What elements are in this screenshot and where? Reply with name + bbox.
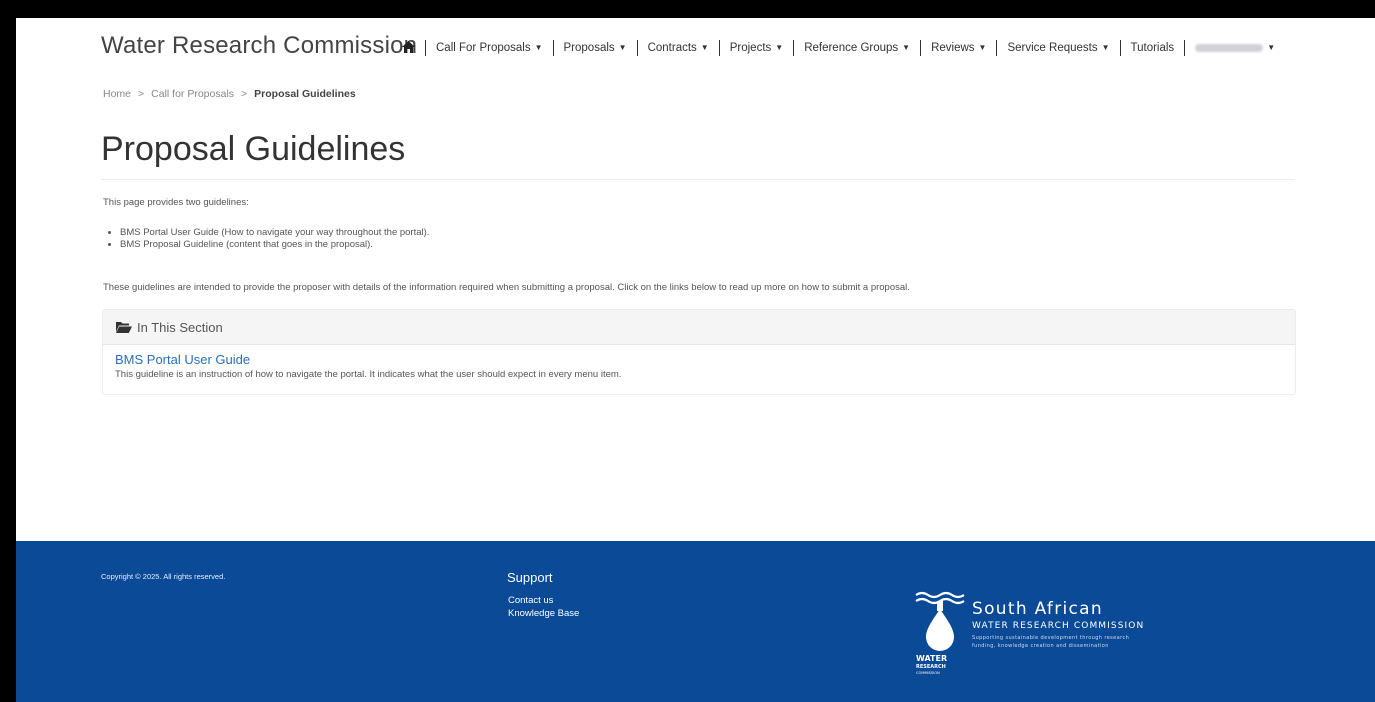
- chevron-down-icon: ▼: [902, 43, 911, 52]
- bms-portal-user-guide-link[interactable]: BMS Portal User Guide: [115, 352, 1283, 367]
- support-heading: Support: [507, 570, 553, 585]
- chevron-down-icon: ▼: [534, 43, 543, 52]
- app-window: Water Research Commission Call For Propo…: [16, 18, 1375, 702]
- svg-text:WATER: WATER: [916, 654, 947, 663]
- breadcrumb-call-for-proposals[interactable]: Call for Proposals: [151, 88, 234, 100]
- guideline-list: BMS Portal User Guide (How to navigate y…: [103, 227, 429, 251]
- logo-wordmark: South African WATER RESEARCH COMMISSION …: [972, 599, 1144, 650]
- nav-service-requests[interactable]: Service Requests ▼: [996, 40, 1119, 56]
- folder-open-icon: [116, 321, 132, 333]
- logo-line1: South African: [972, 599, 1103, 619]
- link-description: This guideline is an instruction of how …: [115, 369, 622, 380]
- contact-us-link[interactable]: Contact us: [508, 594, 579, 607]
- breadcrumb-separator: >: [241, 88, 248, 100]
- nav-projects[interactable]: Projects ▼: [718, 40, 793, 56]
- chevron-down-icon: ▼: [1101, 43, 1110, 52]
- description-text: These guidelines are intended to provide…: [103, 282, 910, 293]
- brand-title[interactable]: Water Research Commission: [101, 32, 417, 60]
- footer: Copyright © 2025. All rights reserved. S…: [16, 541, 1375, 702]
- logo-tagline: Supporting sustainable development throu…: [972, 635, 1130, 649]
- nav-call-for-proposals[interactable]: Call For Proposals ▼: [425, 40, 553, 56]
- panel-body: BMS Portal User Guide This guideline is …: [103, 345, 1295, 386]
- svg-text:COMMISSION: COMMISSION: [916, 671, 940, 675]
- nav-tutorials[interactable]: Tutorials: [1119, 40, 1185, 56]
- divider: [101, 179, 1294, 180]
- support-links: Contact us Knowledge Base: [508, 594, 579, 620]
- copyright-text: Copyright © 2025. All rights reserved.: [101, 572, 226, 581]
- water-drop-logo-icon: WATER RESEARCH COMMISSION: [915, 591, 965, 675]
- main-nav: Call For Proposals ▼ Proposals ▼ Contracts…: [402, 38, 1285, 58]
- list-item: BMS Proposal Guideline (content that goe…: [120, 239, 429, 251]
- section-panel: In This Section BMS Portal User Guide Th…: [102, 309, 1296, 395]
- knowledge-base-link[interactable]: Knowledge Base: [508, 607, 579, 620]
- list-item: BMS Portal User Guide (How to navigate y…: [120, 227, 429, 239]
- panel-heading-label: In This Section: [137, 319, 223, 335]
- chevron-down-icon: ▼: [700, 43, 709, 52]
- chevron-down-icon: ▼: [1267, 43, 1276, 52]
- page-title: Proposal Guidelines: [101, 130, 406, 168]
- nav-proposals[interactable]: Proposals ▼: [552, 40, 637, 56]
- chevron-down-icon: ▼: [775, 43, 784, 52]
- intro-text: This page provides two guidelines:: [103, 197, 249, 208]
- breadcrumb-separator: >: [138, 88, 145, 100]
- panel-heading: In This Section: [103, 310, 1295, 345]
- breadcrumb: Home > Call for Proposals > Proposal Guideli…: [103, 88, 356, 100]
- breadcrumb-home[interactable]: Home: [103, 88, 131, 100]
- svg-text:RESEARCH: RESEARCH: [916, 664, 946, 670]
- chevron-down-icon: ▼: [978, 43, 987, 52]
- home-icon[interactable]: [402, 40, 425, 56]
- logo-line2: WATER RESEARCH COMMISSION: [972, 621, 1145, 631]
- nav-reference-groups[interactable]: Reference Groups ▼: [793, 40, 920, 56]
- nav-reviews[interactable]: Reviews ▼: [920, 40, 996, 56]
- wrc-logo: WATER RESEARCH COMMISSION South African …: [912, 587, 1212, 677]
- chevron-down-icon: ▼: [618, 43, 627, 52]
- top-navbar: Water Research Commission Call For Propo…: [16, 18, 1375, 82]
- user-menu[interactable]: ▼: [1184, 40, 1285, 56]
- breadcrumb-current: Proposal Guidelines: [254, 88, 356, 100]
- user-name-redacted: [1195, 43, 1264, 52]
- nav-contracts[interactable]: Contracts ▼: [636, 40, 719, 56]
